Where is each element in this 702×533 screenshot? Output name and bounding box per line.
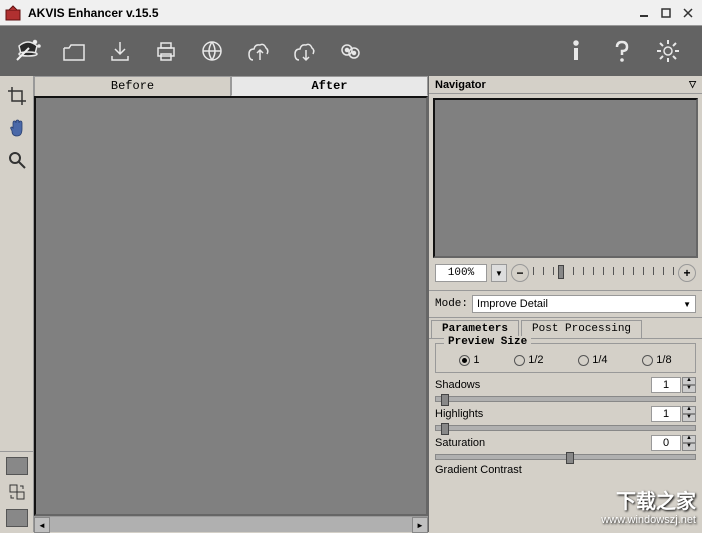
saturation-up[interactable]: ▲	[682, 435, 696, 443]
info-icon[interactable]	[556, 31, 596, 71]
zoom-dropdown-icon[interactable]: ▼	[491, 264, 507, 282]
mode-value: Improve Detail	[477, 298, 548, 310]
highlights-value[interactable]: 1	[651, 406, 681, 422]
dropdown-icon: ▼	[683, 300, 691, 309]
batch-icon[interactable]	[330, 31, 370, 71]
navigator-title: Navigator	[435, 79, 486, 91]
highlights-label: Highlights	[435, 408, 483, 420]
shadows-up[interactable]: ▲	[682, 377, 696, 385]
preview-size-1[interactable]: 1	[459, 354, 479, 366]
color-swatch-1[interactable]	[6, 457, 28, 475]
preview-size-quarter[interactable]: 1/4	[578, 354, 607, 366]
hand-tool-icon[interactable]	[3, 114, 31, 142]
tab-post-processing[interactable]: Post Processing	[521, 320, 642, 338]
app-icon	[4, 4, 22, 22]
zoom-value[interactable]: 100%	[435, 264, 487, 282]
tool-strip	[0, 76, 34, 532]
preview-size-eighth[interactable]: 1/8	[642, 354, 671, 366]
crop-tool-icon[interactable]	[3, 82, 31, 110]
saturation-value[interactable]: 0	[651, 435, 681, 451]
minimize-button[interactable]	[634, 4, 654, 22]
scroll-right-icon[interactable]: ►	[412, 517, 428, 533]
share-icon[interactable]	[192, 31, 232, 71]
import-preset-icon[interactable]	[238, 31, 278, 71]
shadows-down[interactable]: ▼	[682, 385, 696, 393]
tab-before[interactable]: Before	[34, 76, 231, 96]
shadows-label: Shadows	[435, 379, 480, 391]
highlights-slider[interactable]	[435, 425, 696, 431]
tab-after[interactable]: After	[231, 76, 428, 96]
highlights-down[interactable]: ▼	[682, 414, 696, 422]
shadows-slider[interactable]	[435, 396, 696, 402]
export-preset-icon[interactable]	[284, 31, 324, 71]
navigator-header[interactable]: Navigator ▽	[429, 76, 702, 94]
highlights-up[interactable]: ▲	[682, 406, 696, 414]
close-button[interactable]	[678, 4, 698, 22]
mode-label: Mode:	[435, 298, 468, 310]
mode-select[interactable]: Improve Detail ▼	[472, 295, 696, 313]
print-icon[interactable]	[146, 31, 186, 71]
preview-size-legend: Preview Size	[444, 336, 531, 348]
chevron-down-icon[interactable]: ▽	[689, 79, 696, 90]
image-canvas[interactable]	[34, 96, 428, 516]
settings-icon[interactable]	[648, 31, 688, 71]
saturation-label: Saturation	[435, 437, 485, 449]
color-swatch-2[interactable]	[6, 509, 28, 527]
save-icon[interactable]	[100, 31, 140, 71]
help-icon[interactable]	[602, 31, 642, 71]
scroll-left-icon[interactable]: ◄	[34, 517, 50, 533]
shadows-value[interactable]: 1	[651, 377, 681, 393]
wizard-icon[interactable]	[8, 31, 48, 71]
saturation-down[interactable]: ▼	[682, 443, 696, 451]
swap-colors-icon[interactable]	[3, 478, 31, 506]
navigator-canvas[interactable]	[433, 98, 698, 258]
preview-size-half[interactable]: 1/2	[514, 354, 543, 366]
maximize-button[interactable]	[656, 4, 676, 22]
zoom-slider[interactable]	[533, 267, 674, 279]
zoom-in-button[interactable]: +	[678, 264, 696, 282]
saturation-slider[interactable]	[435, 454, 696, 460]
window-title: AKVIS Enhancer v.15.5	[28, 6, 632, 20]
open-icon[interactable]	[54, 31, 94, 71]
zoom-out-button[interactable]: −	[511, 264, 529, 282]
gradient-contrast-label: Gradient Contrast	[435, 464, 522, 476]
zoom-tool-icon[interactable]	[3, 146, 31, 174]
main-toolbar	[0, 26, 702, 76]
horizontal-scrollbar[interactable]: ◄ ►	[34, 516, 428, 532]
